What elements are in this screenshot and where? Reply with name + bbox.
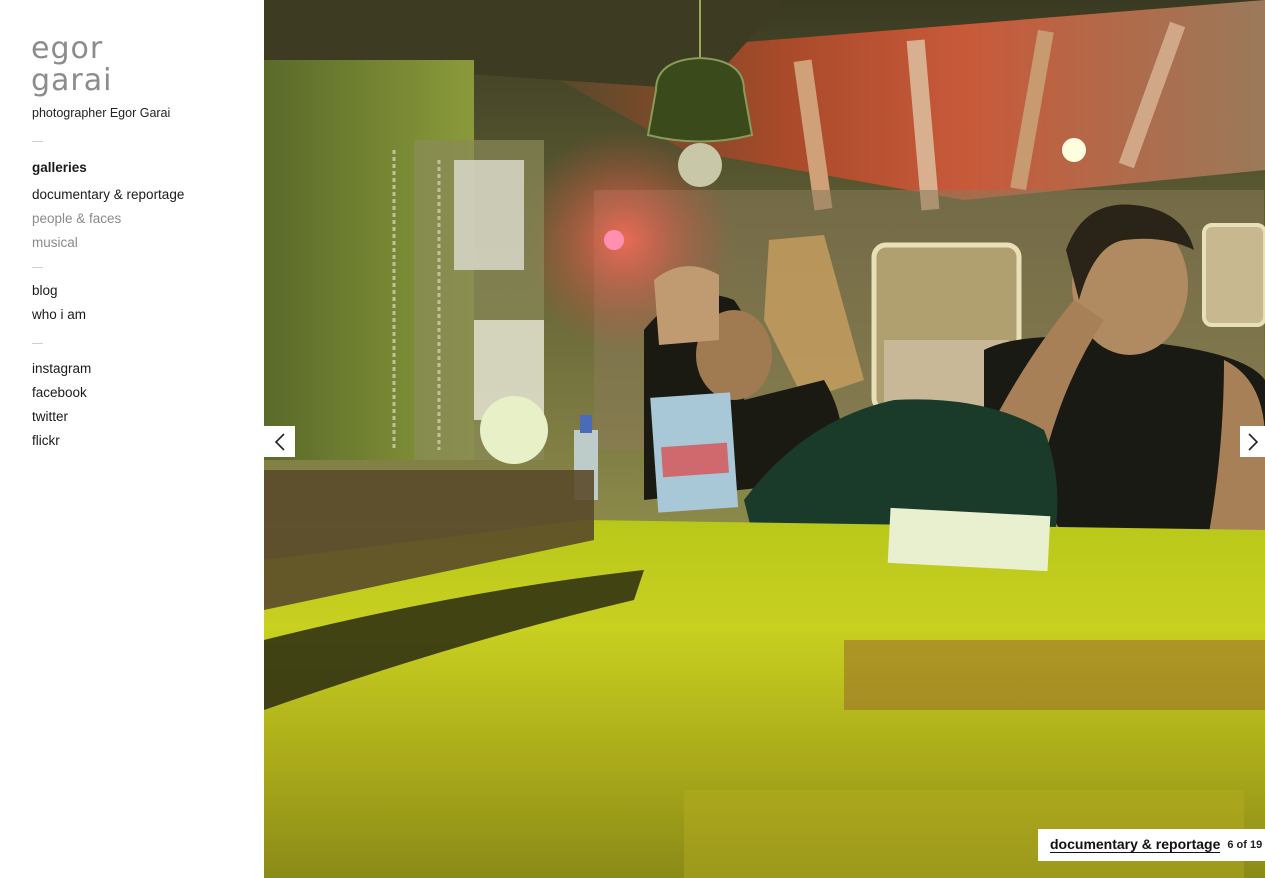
svg-text:garai: garai	[31, 63, 112, 98]
photo-caption: documentary & reportage 6 of 19	[1038, 829, 1265, 861]
divider	[32, 141, 43, 142]
nav-facebook[interactable]: facebook	[32, 385, 87, 400]
sidebar: egor garai photographer Egor Garai galle…	[0, 0, 264, 878]
logo-icon: egor garai	[31, 32, 112, 98]
galleries-heading: galleries	[32, 160, 87, 175]
divider	[32, 267, 43, 268]
caption-gallery-link[interactable]: documentary & reportage	[1050, 837, 1221, 853]
next-photo-button[interactable]	[1240, 426, 1265, 457]
photo-image	[264, 0, 1265, 878]
nav-flickr[interactable]: flickr	[32, 433, 60, 448]
nav-instagram[interactable]: instagram	[32, 361, 91, 376]
nav-people-faces[interactable]: people & faces	[32, 211, 121, 226]
chevron-right-icon	[1247, 432, 1258, 451]
nav-who-i-am[interactable]: who i am	[32, 307, 86, 322]
nav-blog[interactable]: blog	[32, 283, 58, 298]
site-tagline: photographer Egor Garai	[32, 106, 171, 120]
chevron-left-icon	[274, 432, 285, 451]
gallery-photo[interactable]	[264, 0, 1265, 878]
svg-text:egor: egor	[31, 32, 103, 66]
nav-twitter[interactable]: twitter	[32, 409, 68, 424]
nav-documentary-reportage[interactable]: documentary & reportage	[32, 187, 184, 202]
nav-musical[interactable]: musical	[32, 235, 78, 250]
photo-counter: 6 of 19	[1227, 839, 1263, 851]
prev-photo-button[interactable]	[264, 426, 295, 457]
divider	[32, 343, 43, 344]
